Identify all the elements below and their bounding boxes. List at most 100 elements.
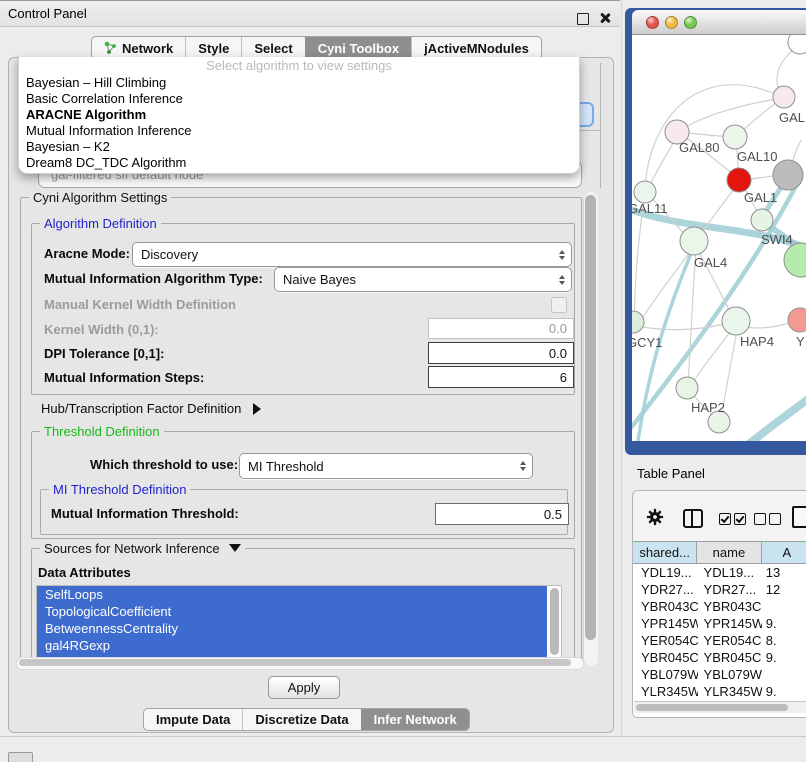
- data-attributes-list[interactable]: SelfLoopsTopologicalCoefficientBetweenne…: [36, 585, 562, 661]
- aracne-mode-combo[interactable]: Discovery: [132, 242, 572, 267]
- network-node-gal10[interactable]: [723, 125, 747, 149]
- network-icon: [104, 41, 117, 55]
- checked-checkboxes-icon[interactable]: [719, 513, 749, 525]
- network-node-gal4[interactable]: [680, 227, 708, 255]
- network-node-gal11[interactable]: [634, 181, 656, 203]
- tab-infer-network[interactable]: Infer Network: [361, 709, 469, 730]
- table-cell: YER054C: [633, 633, 698, 648]
- network-node-hap2[interactable]: [676, 377, 698, 399]
- algorithm-option[interactable]: ARACNE Algorithm: [19, 107, 579, 123]
- mi-type-value: Naive Bayes: [283, 272, 356, 287]
- tab-network[interactable]: Network: [92, 37, 185, 59]
- mi-steps-field[interactable]: 6: [428, 366, 574, 388]
- hub-section-label: Hub/Transcription Factor Definition: [41, 401, 241, 416]
- zoom-button-icon[interactable]: [684, 16, 697, 29]
- tab-discretize-data[interactable]: Discretize Data: [242, 709, 360, 730]
- dpi-tolerance-value: 0.0: [549, 346, 567, 361]
- close-button-icon[interactable]: [646, 16, 659, 29]
- tab-style[interactable]: Style: [185, 37, 241, 59]
- settings-horizontal-scrollbar[interactable]: [16, 657, 584, 670]
- tab-label: Discretize Data: [255, 712, 348, 727]
- table-row[interactable]: YPR145WYPR145W9.: [633, 615, 806, 632]
- data-attribute-item[interactable]: TopologicalCoefficient: [37, 603, 547, 620]
- tab-cyni-toolbox[interactable]: Cyni Toolbox: [305, 37, 411, 59]
- network-node[interactable]: [784, 243, 806, 277]
- control-panel-title: Control Panel: [0, 6, 87, 21]
- algorithm-definition-group: Algorithm Definition Aracne Mode: Discov…: [31, 223, 575, 395]
- network-window-titlebar[interactable]: [632, 10, 806, 35]
- network-node[interactable]: [773, 160, 803, 190]
- file-icon[interactable]: [792, 506, 806, 528]
- kernel-width-label: Kernel Width (0,1):: [44, 322, 159, 337]
- dpi-tolerance-field[interactable]: 0.0: [428, 342, 574, 364]
- network-node-gal[interactable]: [773, 86, 795, 108]
- network-node-gcy1[interactable]: [632, 311, 644, 333]
- table-cell: 9.: [762, 684, 806, 699]
- network-view-window[interactable]: GALGAL80GAL10GAL1GAL11SWI4GAL4GCY1HAP4YH…: [625, 8, 806, 455]
- data-attribute-item[interactable]: gal4RGexp: [37, 637, 547, 654]
- table-header-row: shared...nameA: [633, 542, 806, 564]
- network-node-gal1[interactable]: [727, 168, 751, 192]
- tab-label: jActiveMNodules: [424, 41, 529, 56]
- table-row[interactable]: YDL19...YDL19...13: [633, 564, 806, 581]
- table-row[interactable]: YBL079WYBL079W: [633, 666, 806, 683]
- minimized-panel-button[interactable]: [8, 752, 33, 762]
- apply-button[interactable]: Apply: [268, 676, 340, 699]
- algorithm-dropdown-list: Bayesian – Hill ClimbingBasic Correlatio…: [19, 75, 579, 171]
- table-row[interactable]: YBR045CYBR045C9.: [633, 649, 806, 666]
- tab-select[interactable]: Select: [241, 37, 304, 59]
- column-header-a[interactable]: A: [762, 542, 806, 563]
- node-label: GAL: [779, 110, 805, 125]
- tab-label: Select: [254, 41, 292, 56]
- table-row[interactable]: YLR345WYLR345W9.: [633, 683, 806, 700]
- float-icon[interactable]: [577, 13, 589, 28]
- mi-threshold-field[interactable]: 0.5: [435, 503, 569, 525]
- table-row[interactable]: YBR043CYBR043C: [633, 598, 806, 615]
- algorithm-option[interactable]: Dream8 DC_TDC Algorithm: [19, 155, 579, 171]
- data-attribute-item[interactable]: BetweennessCentrality: [37, 620, 547, 637]
- minimize-button-icon[interactable]: [665, 16, 678, 29]
- table-cell: YDL19...: [633, 565, 698, 580]
- network-canvas[interactable]: GALGAL80GAL10GAL1GAL11SWI4GAL4GCY1HAP4YH…: [632, 35, 806, 441]
- list-scrollbar[interactable]: [549, 588, 560, 655]
- gear-icon[interactable]: [646, 508, 664, 526]
- table-cell: YPR145W: [633, 616, 698, 631]
- data-attribute-item[interactable]: SelfLoops: [37, 586, 547, 603]
- sources-title[interactable]: Sources for Network Inference: [40, 541, 245, 556]
- cyni-bottom-tabs: Impute Data Discretize Data Infer Network: [143, 708, 470, 731]
- algorithm-option[interactable]: Basic Correlation Inference: [19, 91, 579, 107]
- settings-vertical-scrollbar[interactable]: [583, 192, 598, 666]
- table-cell: 12: [762, 582, 806, 597]
- algorithm-option[interactable]: Bayesian – Hill Climbing: [19, 75, 579, 91]
- dock-divider: [621, 0, 622, 736]
- table-row[interactable]: YDR27...YDR27...12: [633, 581, 806, 598]
- manual-kernel-checkbox[interactable]: [551, 297, 567, 313]
- column-header-shared-[interactable]: shared...: [633, 542, 697, 563]
- node-label: GAL1: [744, 190, 777, 205]
- table-cell: YDL19...: [698, 565, 762, 580]
- hub-section-expander[interactable]: Hub/Transcription Factor Definition: [41, 401, 261, 416]
- apply-button-label: Apply: [288, 680, 321, 695]
- network-node-swi4[interactable]: [751, 209, 773, 231]
- tab-jactivemnodules[interactable]: jActiveMNodules: [411, 37, 541, 59]
- mi-threshold-definition-group: MI Threshold Definition Mutual Informati…: [40, 489, 568, 535]
- expander-expanded-icon: [229, 544, 241, 552]
- app-root: Control Panel NetworkStyle Select Cyni Too…: [0, 0, 806, 762]
- table-horizontal-scrollbar[interactable]: [634, 701, 806, 713]
- unchecked-checkboxes-icon[interactable]: [754, 513, 784, 525]
- table-cell: YLR345W: [698, 684, 762, 699]
- close-icon[interactable]: [599, 12, 611, 27]
- split-pane-icon[interactable]: [683, 509, 703, 528]
- column-header-name[interactable]: name: [697, 542, 761, 563]
- algorithm-option[interactable]: Mutual Information Inference: [19, 123, 579, 139]
- algorithm-option[interactable]: Bayesian – K2: [19, 139, 579, 155]
- node-label: Y: [796, 334, 805, 349]
- network-node-hap4[interactable]: [722, 307, 750, 335]
- which-threshold-combo[interactable]: MI Threshold: [239, 453, 533, 479]
- tab-impute-data[interactable]: Impute Data: [144, 709, 242, 730]
- table-row[interactable]: YER054CYER054C8.: [633, 632, 806, 649]
- mi-type-combo[interactable]: Naive Bayes: [274, 267, 572, 292]
- network-node-y[interactable]: [788, 308, 806, 332]
- combo-spinner-icon: [559, 268, 565, 291]
- table-cell: YPR145W: [698, 616, 762, 631]
